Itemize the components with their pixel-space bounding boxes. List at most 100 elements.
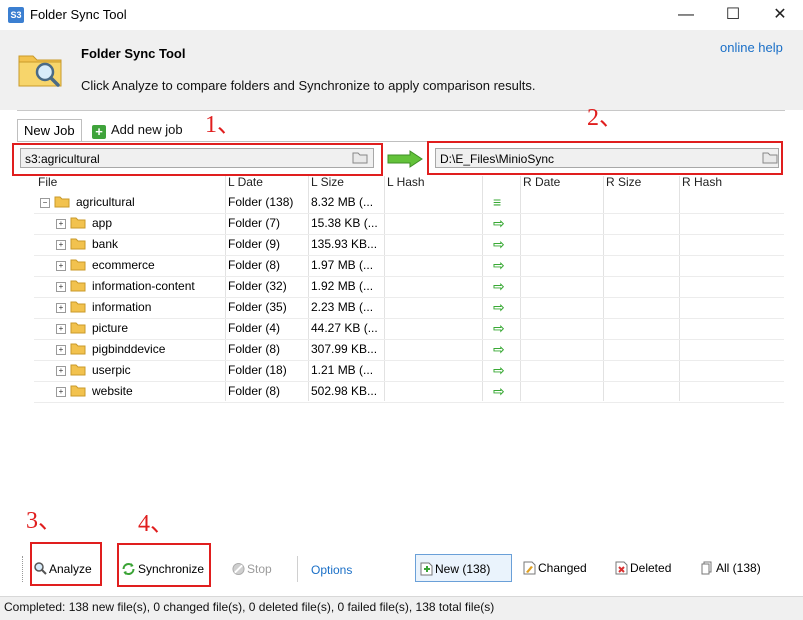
table-row[interactable]: + information Folder (35) 2.23 MB (... ⇨ — [34, 297, 784, 318]
l-date-cell: Folder (8) — [228, 342, 281, 356]
l-size-cell: 135.93 KB... — [311, 237, 378, 251]
filter-changed-button[interactable]: Changed — [519, 554, 591, 582]
l-size-cell: 1.97 MB (... — [311, 258, 374, 272]
copy-right-arrow-icon[interactable]: ⇨ — [493, 213, 505, 234]
l-date-cell: Folder (138) — [228, 195, 294, 209]
expand-icon[interactable]: + — [56, 387, 66, 397]
header-description: Click Analyze to compare folders and Syn… — [81, 78, 536, 93]
collapse-icon[interactable]: − — [40, 198, 50, 208]
analyze-highlight — [30, 542, 102, 586]
annotation-1: 1、 — [205, 112, 241, 138]
file-name-cell: pigbinddevice — [92, 342, 166, 356]
table-row[interactable]: + app Folder (7) 15.38 KB (... ⇨ — [34, 213, 784, 234]
file-name-cell: bank — [92, 237, 119, 251]
column-header-l-size[interactable]: L Size — [311, 174, 344, 190]
expand-icon[interactable]: + — [56, 324, 66, 334]
file-name-cell: website — [92, 384, 133, 398]
copy-right-arrow-icon[interactable]: ⇨ — [493, 381, 505, 402]
folder-icon — [54, 196, 70, 208]
folder-icon — [70, 238, 86, 250]
column-header-l-hash[interactable]: L Hash — [387, 174, 425, 190]
table-row[interactable]: + information-content Folder (32) 1.92 MB (… — [34, 276, 784, 297]
l-date-cell: Folder (9) — [228, 237, 281, 251]
l-size-cell: 1.21 MB (... — [311, 363, 374, 377]
add-new-job-label: Add new job — [111, 122, 183, 137]
file-name-cell: app — [92, 216, 113, 230]
expand-icon[interactable]: + — [56, 366, 66, 376]
expand-icon[interactable]: + — [56, 282, 66, 292]
file-name-cell: ecommerce — [92, 258, 155, 272]
status-text: Completed: 138 new file(s), 0 changed fi… — [4, 600, 495, 614]
filter-all-button[interactable]: All (138) — [697, 554, 765, 582]
l-date-cell: Folder (32) — [228, 279, 287, 293]
copy-right-arrow-icon[interactable]: ⇨ — [493, 276, 505, 297]
l-date-cell: Folder (4) — [228, 321, 281, 335]
stop-label: Stop — [247, 562, 272, 576]
expand-icon[interactable]: + — [56, 303, 66, 313]
l-size-cell: 2.23 MB (... — [311, 300, 374, 314]
column-header-l-date[interactable]: L Date — [228, 174, 263, 190]
folder-icon — [70, 301, 86, 313]
filter-changed-label: Changed — [538, 561, 587, 575]
copy-right-arrow-icon[interactable]: ⇨ — [493, 318, 505, 339]
copy-right-arrow-icon[interactable]: ⇨ — [493, 255, 505, 276]
copy-right-arrow-icon[interactable]: ⇨ — [493, 339, 505, 360]
expand-icon[interactable]: + — [56, 345, 66, 355]
changed-file-icon — [523, 561, 536, 575]
table-row[interactable]: − agricultural Folder (138) 8.32 MB (... ≡ — [34, 192, 784, 213]
column-header-file[interactable]: File — [38, 174, 57, 190]
deleted-file-icon — [615, 561, 628, 575]
filter-all-label: All (138) — [716, 561, 761, 575]
equal-status-icon[interactable]: ≡ — [493, 192, 501, 213]
table-row[interactable]: + bank Folder (9) 135.93 KB... ⇨ — [34, 234, 784, 255]
l-date-cell: Folder (7) — [228, 216, 281, 230]
add-new-job-tab[interactable]: + Add new job — [86, 119, 189, 141]
maximize-button[interactable]: ☐ — [710, 0, 756, 30]
file-name-cell: information — [92, 300, 152, 314]
sync-direction-arrow-icon — [387, 150, 423, 168]
l-date-cell: Folder (35) — [228, 300, 287, 314]
l-size-cell: 307.99 KB... — [311, 342, 378, 356]
copy-right-arrow-icon[interactable]: ⇨ — [493, 297, 505, 318]
expand-icon[interactable]: + — [56, 261, 66, 271]
left-path-highlight — [12, 143, 383, 176]
l-date-cell: Folder (8) — [228, 258, 281, 272]
filter-new-label: New (138) — [435, 562, 491, 576]
file-name-cell: picture — [92, 321, 129, 335]
copy-right-arrow-icon[interactable]: ⇨ — [493, 360, 505, 381]
file-name-cell: userpic — [92, 363, 131, 377]
table-row[interactable]: + website Folder (8) 502.98 KB... ⇨ — [34, 381, 784, 402]
annotation-4: 4、 — [138, 511, 174, 537]
l-size-cell: 15.38 KB (... — [311, 216, 378, 230]
stop-icon — [232, 562, 245, 576]
header-title: Folder Sync Tool — [81, 46, 186, 61]
annotation-3: 3、 — [26, 508, 62, 534]
column-header-r-size[interactable]: R Size — [606, 174, 641, 190]
folder-icon — [70, 322, 86, 334]
l-size-cell: 1.92 MB (... — [311, 279, 374, 293]
column-header-r-hash[interactable]: R Hash — [682, 174, 722, 190]
options-link[interactable]: Options — [311, 561, 352, 579]
table-row[interactable]: + ecommerce Folder (8) 1.97 MB (... ⇨ — [34, 255, 784, 276]
column-header-r-date[interactable]: R Date — [523, 174, 560, 190]
table-row[interactable]: + picture Folder (4) 44.27 KB (... ⇨ — [34, 318, 784, 339]
close-button[interactable]: ✕ — [757, 0, 803, 30]
annotation-2: 2、 — [587, 105, 623, 131]
table-row[interactable]: + pigbinddevice Folder (8) 307.99 KB... ⇨ — [34, 339, 784, 360]
all-files-icon — [701, 561, 712, 575]
minimize-button[interactable]: — — [663, 0, 709, 30]
filter-deleted-label: Deleted — [630, 561, 672, 575]
l-size-cell: 44.27 KB (... — [311, 321, 378, 335]
expand-icon[interactable]: + — [56, 219, 66, 229]
filter-new-button[interactable]: New (138) — [415, 554, 512, 582]
new-file-icon — [420, 562, 433, 576]
online-help-link[interactable]: online help — [720, 40, 783, 55]
expand-icon[interactable]: + — [56, 240, 66, 250]
folder-icon — [70, 364, 86, 376]
filter-deleted-button[interactable]: Deleted — [611, 554, 675, 582]
copy-right-arrow-icon[interactable]: ⇨ — [493, 234, 505, 255]
file-name-cell: agricultural — [76, 195, 135, 209]
table-row[interactable]: + userpic Folder (18) 1.21 MB (... ⇨ — [34, 360, 784, 381]
stop-button[interactable]: Stop — [232, 560, 272, 578]
tab-new-job[interactable]: New Job — [17, 119, 82, 142]
